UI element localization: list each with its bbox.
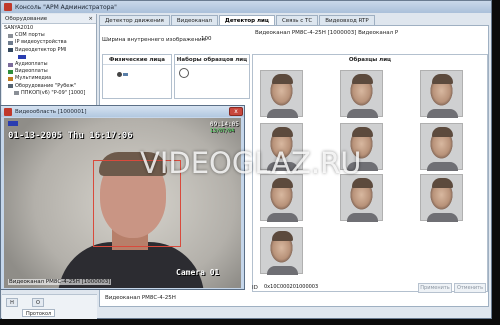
tab-link-ts[interactable]: Связь с ТС — [275, 15, 319, 25]
width-setting-input[interactable]: 100 — [201, 36, 213, 44]
tree-item[interactable]: Оборудование "Рубеж" — [4, 83, 94, 90]
id-field[interactable]: 0x10C000201000003 — [264, 284, 324, 292]
persons-header: Физические лица — [103, 55, 171, 65]
close-button[interactable]: x — [229, 107, 243, 116]
video-window-title: Видеообласть [1000001] — [15, 108, 87, 115]
channel-label-bottom: Видеоканал PM8C-4-25H — [105, 295, 176, 301]
person-flag-icon — [123, 73, 128, 76]
equipment-tree: SANYA2010 COM порты IP видеоустройства В… — [2, 24, 96, 98]
persons-list[interactable]: Физические лица — [102, 54, 172, 99]
video-time-overlay: 09:14:05 — [210, 121, 239, 128]
face-set-icon[interactable] — [179, 68, 189, 78]
face-thumbnail[interactable] — [420, 123, 463, 171]
channel-badge-icon — [8, 121, 18, 126]
tab-face-detector[interactable]: Детектор лиц — [218, 15, 275, 25]
video-title-bar[interactable]: Видеообласть [1000001] — [1, 106, 244, 117]
tab-motion-detector[interactable]: Детектор движения — [99, 15, 170, 25]
hardware-icon — [8, 84, 13, 89]
equipment-panel-header: Оборудование × — [2, 14, 96, 24]
channel-label-top: Видеоканал PM8C-4-25H [1000003] Видеокан… — [255, 30, 399, 36]
tab-video-rtp[interactable]: Видеовход RTP — [319, 15, 375, 25]
video-frame[interactable]: 01-13-2005 Thu 16:17:06 09:14:05 13/07/0… — [4, 118, 241, 288]
port-icon — [8, 33, 13, 38]
tree-item[interactable] — [4, 54, 94, 61]
bottom-button-o[interactable]: О — [32, 298, 44, 307]
detector-icon — [8, 48, 13, 53]
tree-item-label: Мультимедиа — [15, 75, 52, 82]
tree-item[interactable]: ППКОП(v6) "P-09" [1000] — [4, 90, 94, 97]
tree-item[interactable]: Видеодетектор PMI — [4, 47, 94, 54]
id-bar: ID 0x10C000201000003 Применить Отменить — [250, 282, 488, 294]
tree-item[interactable]: Мультимедиа — [4, 75, 94, 82]
tree-item-label: SANYA2010 — [4, 25, 34, 31]
tree-item[interactable]: SANYA2010 — [4, 25, 94, 32]
face-thumbnail[interactable] — [260, 227, 303, 275]
close-icon[interactable]: × — [88, 16, 93, 22]
apply-button[interactable]: Применить — [418, 283, 452, 293]
multimedia-icon — [8, 76, 13, 81]
face-thumbnail[interactable] — [420, 70, 463, 118]
app-icon — [4, 3, 12, 11]
tree-item-label: Видеодетектор PMI — [15, 46, 67, 53]
face-thumbnail[interactable] — [260, 70, 303, 118]
audio-icon — [8, 62, 13, 67]
samples-header: Наборы образцов лиц — [175, 57, 249, 65]
video-channel-caption: Видеоканал PM8C-4-25H [1000003] — [8, 279, 112, 285]
tab-strip: Детектор движения Видеоканал Детектор ли… — [99, 15, 376, 25]
app-icon — [4, 107, 12, 116]
tab-protocol[interactable]: Протокол — [22, 309, 56, 317]
face-thumbnail[interactable] — [340, 174, 383, 222]
title-bar[interactable]: Консоль "АРМ Администратора" — [1, 1, 491, 13]
width-setting-label: Ширина внутреннего изображения: — [102, 37, 207, 43]
face-thumbnail[interactable] — [340, 70, 383, 118]
tab-video-channel[interactable]: Видеоканал — [170, 15, 218, 25]
video-card-icon — [8, 69, 13, 74]
person-icon — [117, 72, 122, 77]
tree-item-label: Оборудование "Рубеж" — [15, 82, 77, 89]
tree-item-label: IP видеоустройства — [15, 39, 67, 46]
camera-label: Camera 01 — [176, 268, 220, 277]
equipment-panel-title: Оборудование — [5, 15, 48, 22]
channel-icon — [18, 55, 26, 60]
tree-item[interactable]: IP видеоустройства — [4, 39, 94, 46]
face-thumbnail[interactable] — [420, 174, 463, 222]
equipment-panel: Оборудование × SANYA2010 COM порты IP ви… — [2, 14, 97, 106]
bottom-button-n[interactable]: Н — [6, 298, 18, 307]
samples-list[interactable]: Наборы образцов лиц — [174, 54, 250, 99]
tree-item[interactable]: Видеоплаты — [4, 68, 94, 75]
tree-item-label: ППКОП(v6) "P-09" [1000] — [21, 89, 86, 96]
watermark: VIDEOGLAZ.RU — [140, 146, 362, 180]
window-title: Консоль "АРМ Администратора" — [15, 3, 117, 11]
cancel-button[interactable]: Отменить — [454, 283, 486, 293]
tree-item[interactable]: Аудиоплаты — [4, 61, 94, 68]
panel-icon — [14, 91, 19, 96]
video-timestamp: 01-13-2005 Thu 16:17:06 — [8, 131, 133, 141]
face-thumbnail[interactable] — [260, 174, 303, 222]
video-date-overlay: 13/07/04 — [210, 128, 235, 134]
faces-header: Образцы лиц — [348, 57, 392, 63]
tree-item-label: Видеоплаты — [15, 68, 48, 75]
camera-icon — [8, 40, 13, 45]
id-label: ID — [252, 285, 258, 291]
bottom-left-panel: Н О Протокол — [2, 294, 97, 319]
desktop: Консоль "АРМ Администратора" Оборудовани… — [0, 0, 500, 325]
tree-item-label: Аудиоплаты — [15, 60, 48, 67]
video-area-window: Видеообласть [1000001] x 01-13-2005 Thu … — [0, 105, 245, 290]
